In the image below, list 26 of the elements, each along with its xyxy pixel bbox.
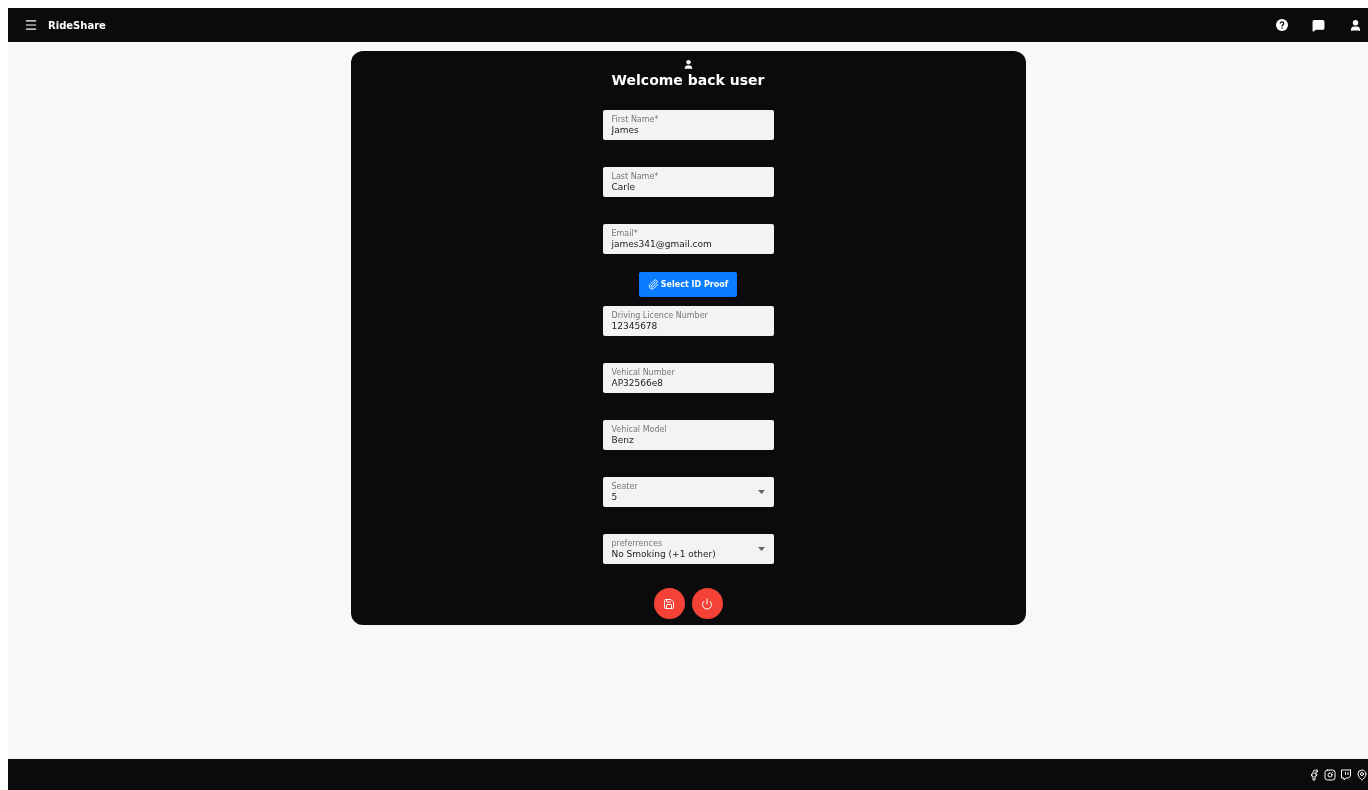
input-field[interactable]: Vehical Model Benz (602, 420, 774, 450)
input-field[interactable]: Vehical Number AP32566e8 (602, 363, 774, 393)
select-field[interactable]: preferrences No Smoking (+1 other) (602, 534, 774, 564)
menu-icon[interactable] (24, 18, 38, 32)
input-field[interactable]: Driving Licence Number 12345678 (602, 306, 774, 336)
power-button[interactable] (691, 588, 723, 619)
instagram-icon[interactable] (1324, 768, 1336, 781)
paperclip-icon (647, 279, 659, 290)
upload-button[interactable]: Select ID Proof (639, 272, 737, 297)
power-icon (701, 597, 713, 610)
save-button[interactable] (653, 588, 685, 619)
card-title: Welcome back user (611, 72, 765, 88)
chat-icon[interactable] (1312, 18, 1325, 32)
dropdown-icon (757, 490, 765, 494)
input-field[interactable]: Last Name* Carle (602, 167, 774, 197)
select-field[interactable]: Seater 5 (602, 477, 774, 507)
save-icon (663, 597, 675, 610)
dropdown-icon (757, 547, 765, 551)
user-icon[interactable] (1349, 18, 1362, 32)
input-field[interactable]: Email* james341@gmail.com (602, 224, 774, 254)
help-icon[interactable] (1276, 19, 1288, 31)
app-title: RideShare (48, 19, 107, 31)
twitch-icon[interactable] (1340, 768, 1352, 781)
input-field[interactable]: First Name* James (602, 110, 774, 140)
user-icon (682, 59, 694, 70)
map-pin-icon[interactable] (1356, 768, 1368, 781)
